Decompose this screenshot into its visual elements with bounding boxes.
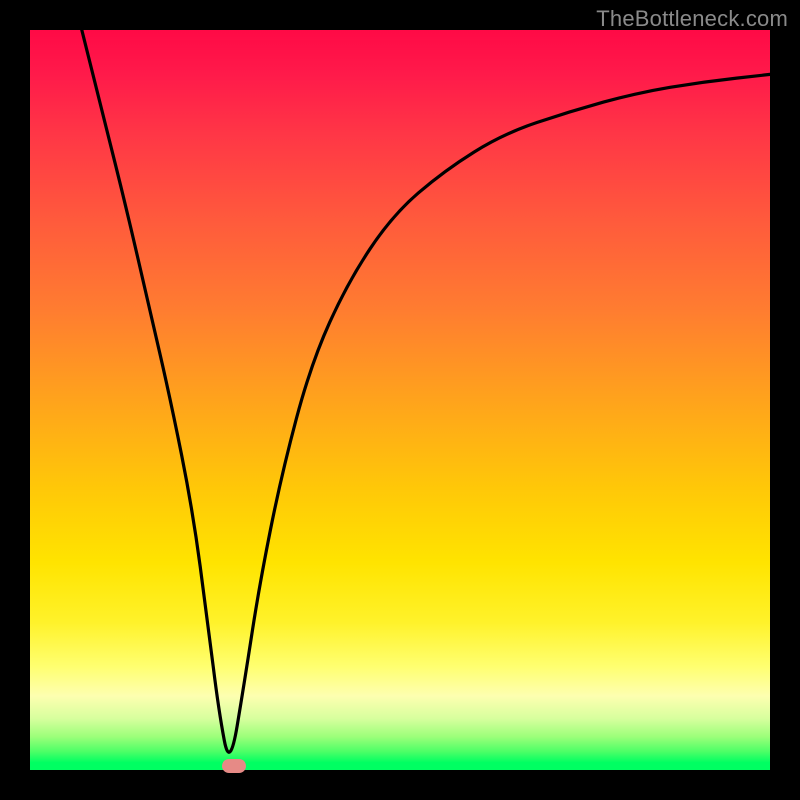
plot-area — [30, 30, 770, 770]
bottleneck-curve — [82, 30, 770, 752]
curve-svg — [30, 30, 770, 770]
chart-frame: TheBottleneck.com — [0, 0, 800, 800]
watermark-text: TheBottleneck.com — [596, 6, 788, 32]
minimum-marker — [222, 759, 246, 773]
